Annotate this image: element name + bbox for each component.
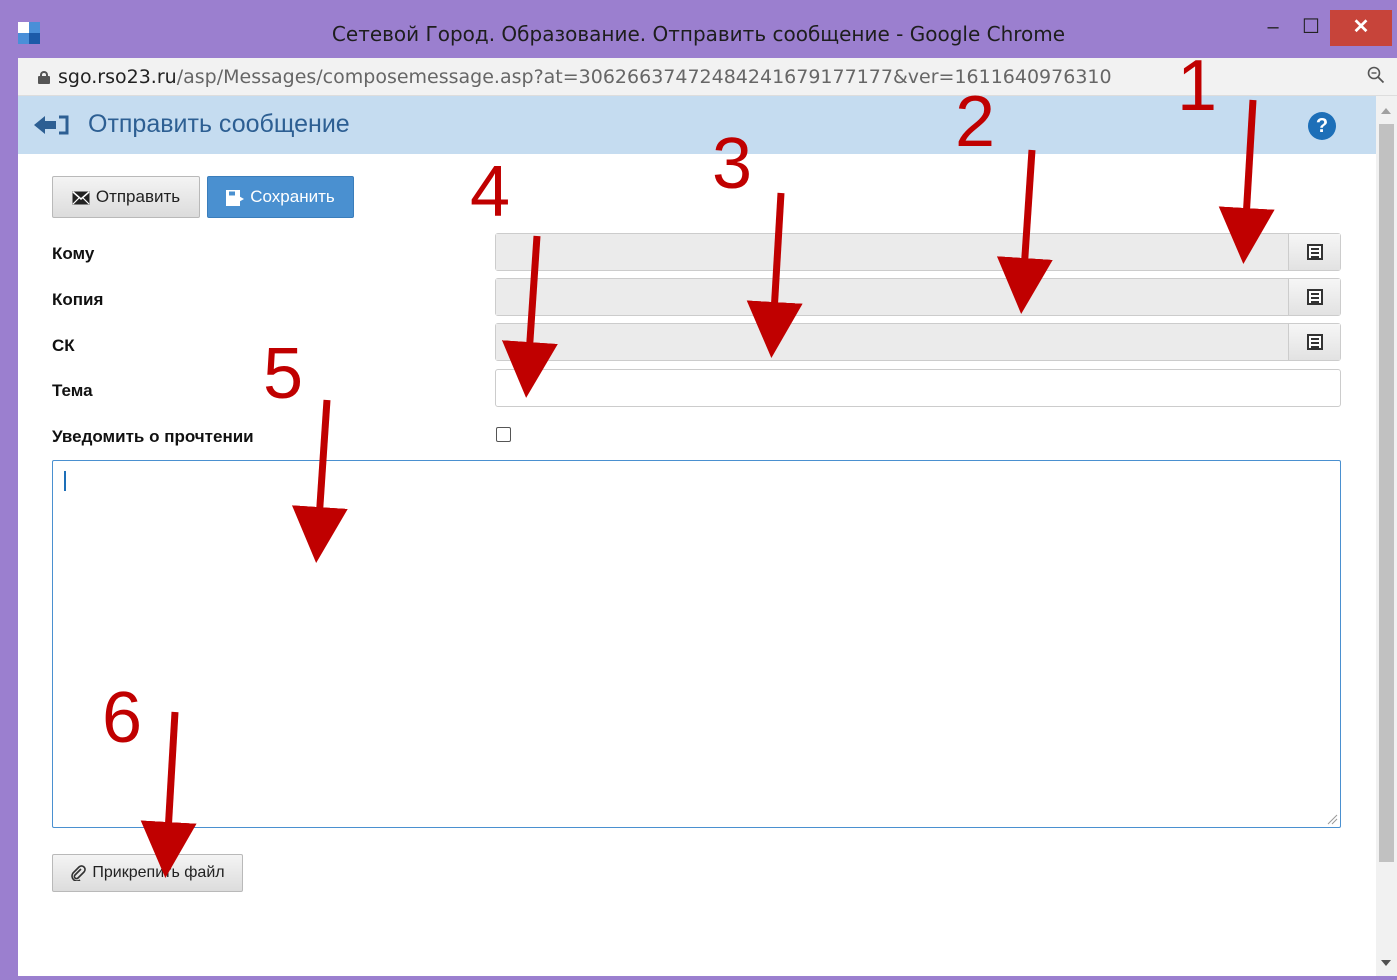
bcc-input[interactable]	[496, 324, 1288, 360]
to-label: Кому	[52, 244, 95, 263]
help-icon[interactable]: ?	[1308, 112, 1336, 140]
address-book-icon	[1307, 334, 1323, 350]
cc-address-book-button[interactable]	[1288, 279, 1340, 315]
back-arrow-icon[interactable]	[34, 114, 72, 136]
to-address-book-button[interactable]	[1288, 234, 1340, 270]
scroll-down-arrow-icon[interactable]	[1381, 960, 1391, 966]
bcc-field[interactable]	[495, 323, 1341, 361]
maximize-button[interactable]: ☐	[1296, 12, 1326, 46]
page-title: Отправить сообщение	[88, 110, 350, 138]
lock-icon	[38, 71, 50, 84]
send-button[interactable]: Отправить	[52, 176, 200, 218]
cc-input[interactable]	[496, 279, 1288, 315]
window-title: Сетевой Город. Образование. Отправить со…	[331, 22, 1066, 46]
to-input[interactable]	[496, 234, 1288, 270]
page-header: Отправить сообщение ?	[18, 96, 1376, 154]
url-host: sgo.rso23.ru	[58, 66, 177, 88]
address-book-icon	[1307, 244, 1323, 260]
save-button[interactable]: Сохранить	[207, 176, 354, 218]
subject-label: Тема	[52, 381, 93, 400]
cc-label: Копия	[52, 290, 104, 309]
annotation-label-1: 1	[1177, 46, 1218, 126]
save-icon	[226, 189, 245, 206]
annotation-label-5: 5	[263, 334, 304, 414]
zoom-icon[interactable]	[1367, 66, 1385, 84]
cc-field[interactable]	[495, 278, 1341, 316]
attach-file-label: Прикрепить файл	[92, 864, 225, 881]
bcc-label: СК	[52, 336, 75, 355]
envelope-icon	[72, 190, 90, 205]
minimize-button[interactable]: –	[1258, 12, 1288, 46]
resize-grip-icon[interactable]	[1326, 813, 1338, 825]
message-body-textarea[interactable]	[52, 460, 1341, 828]
subject-input[interactable]	[495, 369, 1341, 407]
annotation-label-4: 4	[470, 152, 511, 232]
address-book-icon	[1307, 289, 1323, 305]
annotation-label-6: 6	[102, 678, 143, 758]
text-cursor	[64, 471, 66, 491]
send-button-label: Отправить	[95, 187, 181, 206]
attach-file-button[interactable]: Прикрепить файл	[52, 854, 243, 892]
bcc-address-book-button[interactable]	[1288, 324, 1340, 360]
scroll-up-arrow-icon[interactable]	[1381, 108, 1391, 114]
annotation-label-3: 3	[712, 124, 753, 204]
browser-window: Сетевой Город. Образование. Отправить со…	[0, 0, 1397, 980]
scroll-thumb[interactable]	[1379, 124, 1394, 862]
read-receipt-label: Уведомить о прочтении	[52, 427, 254, 446]
page-content: Отправить сообщение ? Отправить Сохранит…	[18, 96, 1376, 976]
to-field[interactable]	[495, 233, 1341, 271]
read-receipt-checkbox[interactable]	[496, 427, 511, 442]
annotation-label-2: 2	[955, 82, 996, 162]
url-text[interactable]: sgo.rso23.ru/asp/Messages/composemessage…	[58, 66, 1112, 88]
paperclip-icon	[71, 864, 87, 881]
save-button-label: Сохранить	[250, 187, 335, 206]
close-button[interactable]: ✕	[1330, 10, 1392, 46]
vertical-scrollbar[interactable]	[1376, 96, 1397, 976]
